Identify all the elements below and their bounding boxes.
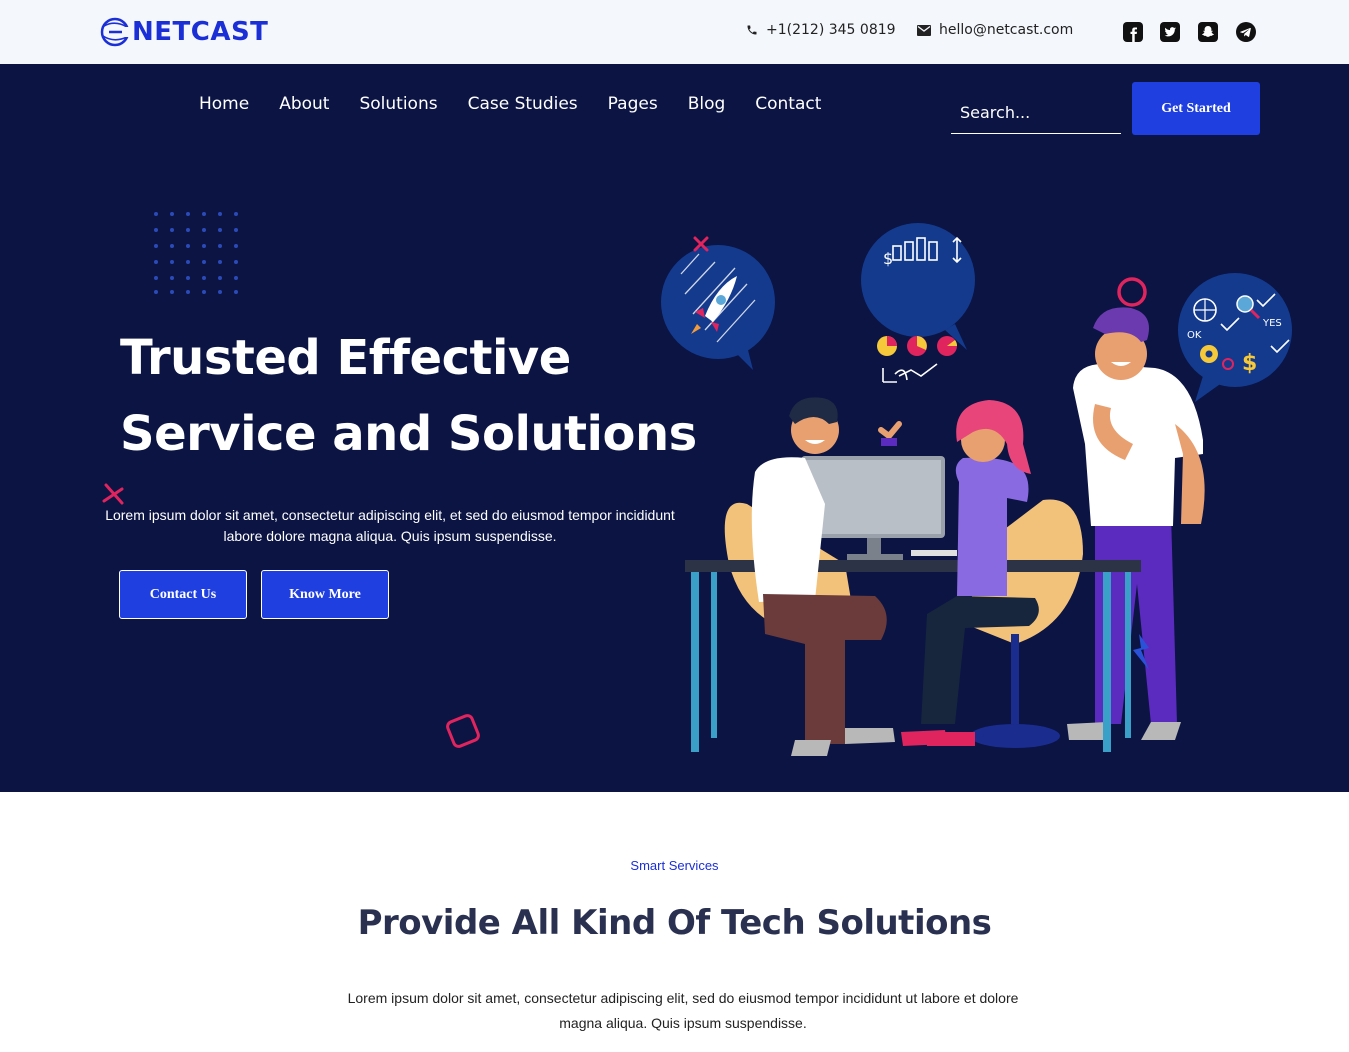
analytics-bubble: $ xyxy=(861,223,975,383)
yes-label: YES xyxy=(1262,318,1282,329)
ok-label: OK xyxy=(1187,330,1202,341)
contact-us-button[interactable]: Contact Us xyxy=(119,570,247,619)
know-more-button[interactable]: Know More xyxy=(261,570,389,619)
hero-title: Trusted Effective Service and Solutions xyxy=(120,320,720,472)
phone-contact[interactable]: +1(212) 345 0819 xyxy=(746,22,896,38)
logo[interactable]: NETCAST xyxy=(100,14,268,50)
email-contact[interactable]: hello@netcast.com xyxy=(917,22,1073,38)
facebook-icon[interactable] xyxy=(1122,21,1144,43)
snapchat-icon[interactable] xyxy=(1197,21,1219,43)
square-decoration xyxy=(446,714,480,748)
hero-description: Lorem ipsum dolor sit amet, consectetur … xyxy=(105,507,675,544)
nav-item-about[interactable]: About xyxy=(279,94,329,114)
standing-man xyxy=(1067,307,1205,740)
telegram-icon[interactable] xyxy=(1235,21,1257,43)
nav-item-contact[interactable]: Contact xyxy=(755,94,821,114)
services-description: Lorem ipsum dolor sit amet, consectetur … xyxy=(347,990,1019,1031)
top-bar: NETCAST +1(212) 345 0819 hello@netcast.c… xyxy=(0,0,1349,64)
nav-item-blog[interactable]: Blog xyxy=(688,94,726,114)
logo-globe-icon xyxy=(100,17,130,47)
ring-decoration xyxy=(1117,277,1147,307)
twitter-icon[interactable] xyxy=(1159,21,1181,43)
nav-item-pages[interactable]: Pages xyxy=(608,94,658,114)
phone-number: +1(212) 345 0819 xyxy=(766,22,896,38)
services-label: Smart Services xyxy=(630,858,719,873)
rocket-bubble xyxy=(661,236,775,370)
envelope-icon xyxy=(917,24,931,36)
hero-title-line2: Service and Solutions xyxy=(120,406,697,462)
phone-icon xyxy=(747,25,757,35)
nav-item-case-studies[interactable]: Case Studies xyxy=(468,94,578,114)
hero-section: Home About Solutions Case Studies Pages … xyxy=(0,64,1349,792)
get-started-button[interactable]: Get Started xyxy=(1132,82,1260,135)
search-box xyxy=(951,92,1121,134)
nav-item-solutions[interactable]: Solutions xyxy=(359,94,437,114)
logo-text: NETCAST xyxy=(132,17,269,47)
hero-title-line1: Trusted Effective xyxy=(120,330,571,386)
services-title: Provide All Kind Of Tech Solutions xyxy=(357,903,992,943)
svg-text:$: $ xyxy=(1242,351,1257,376)
search-input[interactable] xyxy=(951,92,1121,133)
email-address: hello@netcast.com xyxy=(939,22,1074,38)
dot-pattern-decoration xyxy=(154,212,238,294)
team-illustration: $ OK YES $ xyxy=(661,223,1292,756)
desk xyxy=(685,560,1141,572)
nav-item-home[interactable]: Home xyxy=(199,94,249,114)
main-nav: Home About Solutions Case Studies Pages … xyxy=(199,94,851,114)
checklist-bubble: OK YES $ xyxy=(1178,273,1292,402)
svg-text:$: $ xyxy=(883,249,893,268)
